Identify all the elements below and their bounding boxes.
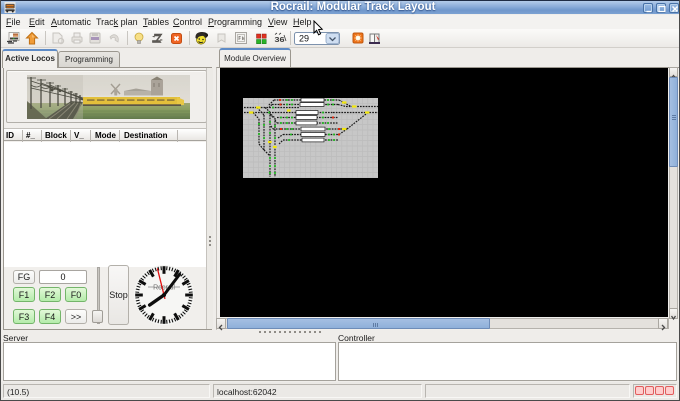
svg-text:29: 29 — [299, 34, 309, 44]
svg-text:36: 36 — [275, 35, 285, 44]
